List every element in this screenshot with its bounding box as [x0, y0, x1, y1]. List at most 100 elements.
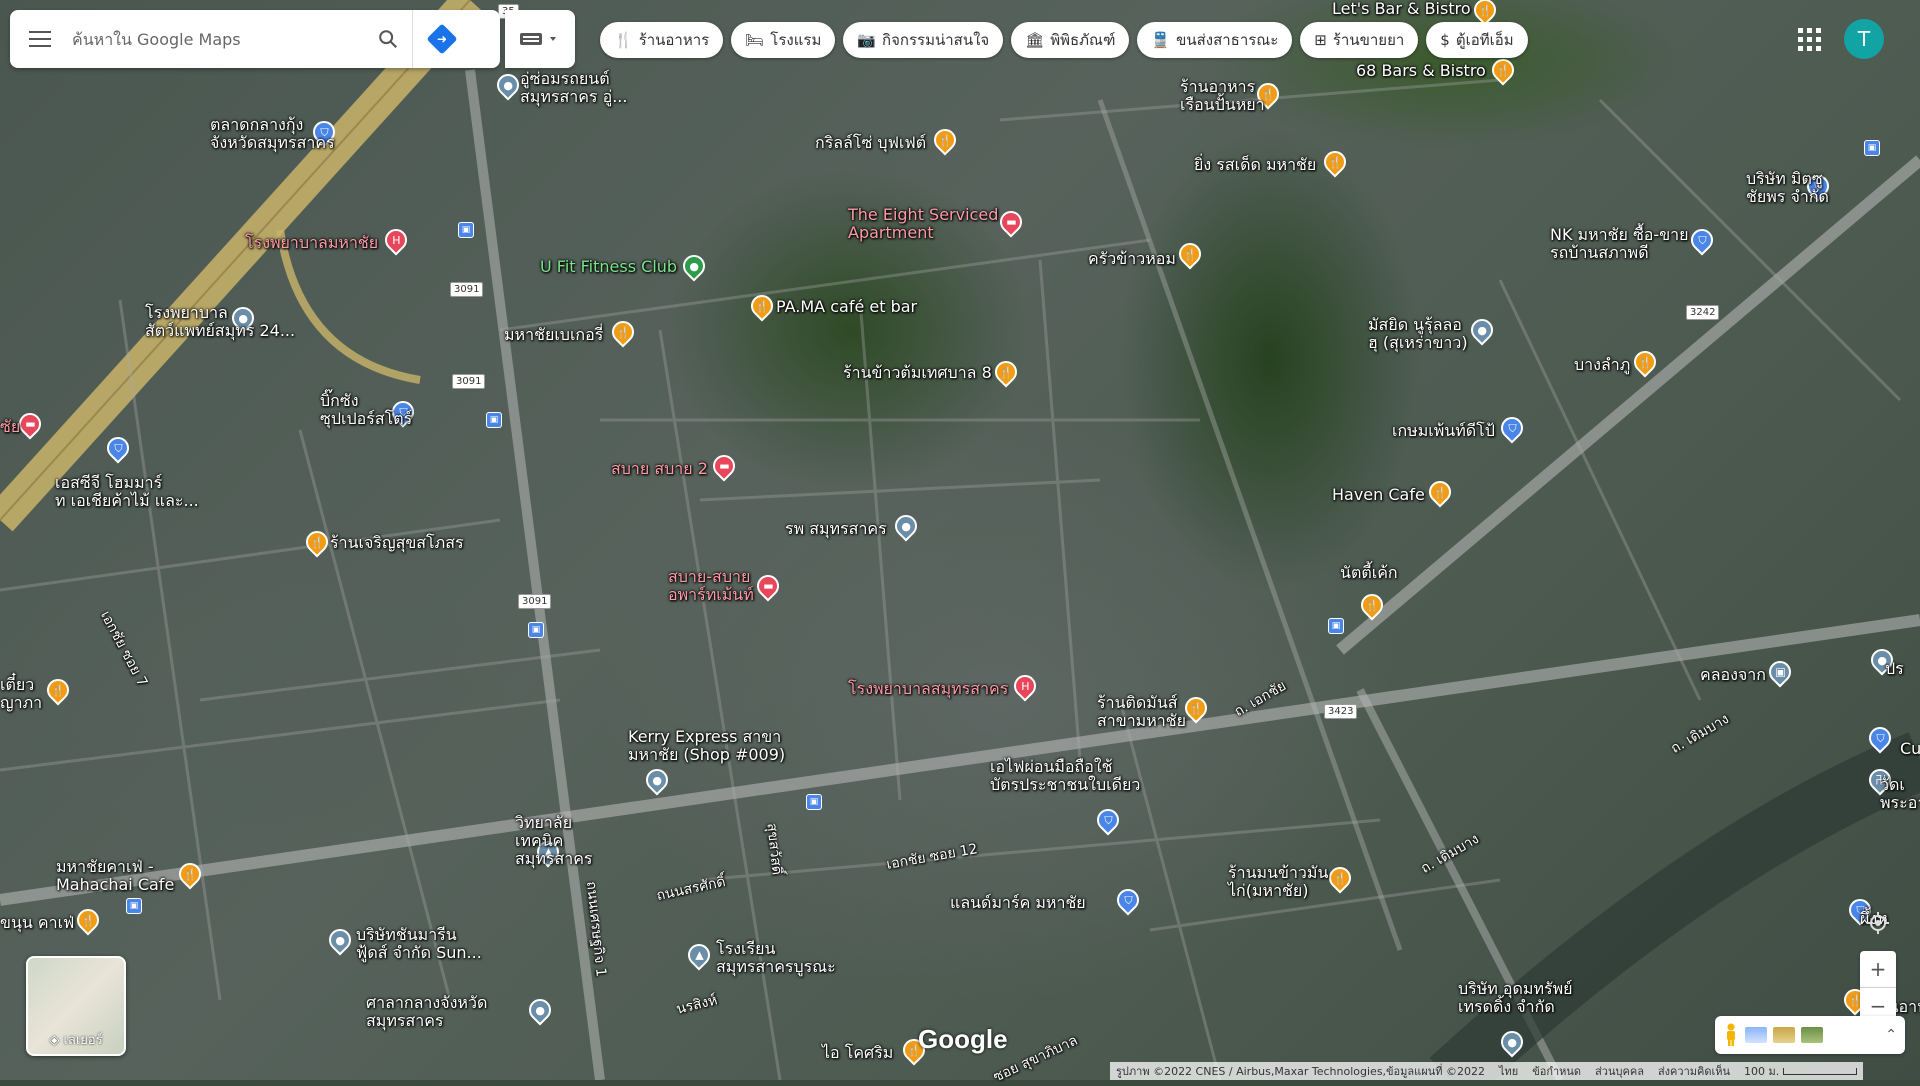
account-avatar[interactable]: T [1844, 19, 1884, 59]
attribution-text: รูปภาพ ©2022 CNES / Airbus,Maxar Technol… [1116, 1065, 1485, 1078]
bus-stop-icon[interactable]: ▣ [1864, 140, 1880, 156]
place-label[interactable]: ขนุน คาเฟ่ [0, 914, 74, 932]
satellite-map[interactable]: 35 3091 3091 3091 3242 3423 ▣ ▣ ▣ ▣ ▣ ▣ … [0, 0, 1920, 1086]
place-label[interactable]: 68 Bars & Bistro [1356, 62, 1486, 80]
hamburger-icon [29, 31, 51, 47]
chip-things-to-do[interactable]: 📷 กิจกรรมน่าสนใจ [843, 22, 1004, 58]
map-footer: รูปภาพ ©2022 CNES / Airbus,Maxar Technol… [1110, 1062, 1864, 1080]
footer-link-language[interactable]: ไทย [1499, 1062, 1518, 1080]
chip-label: ขนส่งสาธารณะ [1176, 31, 1279, 49]
bus-stop-icon[interactable]: ▣ [126, 898, 142, 914]
my-location-button[interactable] [1860, 905, 1896, 941]
place-label[interactable]: กริลล์โซ่ บุฟเฟต์ [815, 134, 926, 152]
place-label[interactable]: วัดเ พระอาร [1880, 776, 1920, 812]
chip-pharmacies[interactable]: ⊞ ร้านขายยา [1300, 22, 1419, 58]
place-label[interactable]: เอสซีจี โฮมมาร์ ท เอเชียค้าไม้ และ... [55, 474, 199, 510]
place-label[interactable]: บริษัท อุดมทรัพย์ เทรดดิ้ง จำกัด [1458, 980, 1573, 1016]
imagery-thumbnail[interactable] [1801, 1027, 1823, 1043]
input-tools-button[interactable] [505, 10, 575, 68]
place-label[interactable]: บริษัทชันมารีน ฟู้ดส์ จำกัด Sun... [356, 926, 482, 962]
chip-transit[interactable]: 🚆 ขนส่งสาธารณะ [1137, 22, 1293, 58]
place-label[interactable]: ศาลากลางจังหวัด สมุทรสาคร [366, 994, 487, 1030]
directions-button[interactable]: ➜ [412, 10, 471, 68]
place-label[interactable]: บริษัท มิตซู ชัยพร จำกัด [1746, 170, 1829, 206]
place-label[interactable]: NK มหาชัย ซื้อ-ขาย รถบ้านสภาพดี [1550, 226, 1688, 262]
place-label[interactable]: ร้านข้าวต้มเทศบาล 8 [843, 364, 992, 382]
place-label[interactable]: ตลาดกลางกุ้ง จังหวัดสมุทรสาคร [210, 116, 335, 152]
bus-stop-icon[interactable]: ▣ [458, 222, 474, 238]
footer-link-privacy[interactable]: ส่วนบุคคล [1595, 1062, 1644, 1080]
place-label[interactable]: โรงพยาบาลมหาชัย [245, 234, 378, 252]
place-label[interactable]: บางลำภู [1574, 356, 1630, 374]
place-label[interactable]: Kerry Express สาขา มหาชัย (Shop #009) [628, 728, 785, 764]
zoom-in-button[interactable]: + [1860, 951, 1896, 988]
place-label[interactable]: บิ๊กซัง ซุปเปอร์สโตร์ [320, 392, 412, 428]
place-label[interactable]: เตี๋ยว ญาภา [0, 676, 42, 712]
place-label[interactable]: เกษมเพ้นท์ดีโป้ [1392, 422, 1495, 440]
place-label[interactable]: โรงเรียน สมุทรสาครบูรณะ [716, 940, 836, 976]
place-label[interactable]: ร้านมนข้าวมัน ไก่(มหาชัย) [1228, 864, 1328, 900]
place-label[interactable]: ยิ่ง รสเด็ด มหาชัย [1194, 156, 1316, 174]
google-logo: Google [918, 1024, 1008, 1054]
pegman-icon[interactable] [1723, 1023, 1739, 1047]
place-label[interactable]: ร้านติดมันส์ สาขามหาชัย [1097, 694, 1186, 730]
place-label[interactable]: โรงพยาบาล สัตว์แพทย์สมุทร 24... [145, 304, 295, 340]
bus-stop-icon[interactable]: ▣ [806, 794, 822, 810]
place-label[interactable]: มัสยิด นูรุ้ลลอ ฮุ (สุเหร่าขาว) [1368, 316, 1468, 352]
chip-atms[interactable]: $ ตู้เอทีเอ็ม [1426, 22, 1528, 58]
route-shield: 3091 [450, 282, 484, 297]
chip-label: กิจกรรมน่าสนใจ [882, 31, 990, 49]
place-label[interactable]: The Eight Serviced Apartment [848, 206, 998, 242]
camera-icon: 📷 [857, 31, 877, 49]
keyboard-icon [520, 33, 556, 45]
place-label[interactable]: Cu [1900, 740, 1920, 758]
place-label[interactable]: U Fit Fitness Club [540, 258, 677, 276]
place-label[interactable]: Let's Bar & Bistro [1332, 0, 1471, 18]
place-label[interactable]: Haven Cafe [1332, 486, 1425, 504]
directions-icon: ➜ [426, 23, 458, 55]
place-label[interactable]: ครัวข้าวหอม [1088, 250, 1176, 268]
place-label[interactable]: ร้านเจริญสุขสโภสร [330, 534, 464, 552]
place-label[interactable]: โรงพยาบาลสมุทรสาคร [848, 680, 1008, 698]
transit-icon: 🚆 [1151, 31, 1171, 49]
menu-button[interactable] [10, 10, 70, 68]
imagery-thumbnail[interactable] [1745, 1027, 1767, 1043]
chip-museums[interactable]: 🏛 พิพิธภัณฑ์ [1011, 22, 1130, 58]
chip-restaurants[interactable]: 🍴 ร้านอาหาร [600, 22, 724, 58]
bus-stop-icon[interactable]: ▣ [486, 412, 502, 428]
place-label[interactable]: ไอ โคศริม [822, 1044, 893, 1062]
place-label[interactable]: มหาชัยเบเกอรี่ [504, 326, 603, 344]
route-shield: 3091 [452, 374, 486, 389]
place-label[interactable]: วิทยาลัย เทคนิค สมุทรสาคร [515, 814, 593, 868]
place-label[interactable]: นัตตี้เค้ก [1340, 564, 1398, 582]
chip-hotels[interactable]: 🛏 โรงแรม [731, 22, 836, 58]
place-label[interactable]: ร้านอาหาร เรือนปั้นหยา [1180, 78, 1265, 114]
expand-chevron-icon[interactable]: ⌃ [1885, 1027, 1897, 1043]
place-label[interactable]: คลองจาก [1700, 666, 1766, 684]
place-label[interactable]: ปร [1885, 660, 1904, 678]
footer-link-feedback[interactable]: ส่งความคิดเห็น [1658, 1062, 1730, 1080]
place-label[interactable]: สบาย-สบาย อพาร์ทเม้นท์ [668, 568, 754, 604]
scale-bar[interactable]: 100 ม. [1744, 1062, 1858, 1080]
search-button[interactable] [364, 15, 412, 63]
layers-label: ◈ เลเยอร์ [28, 1029, 124, 1050]
place-label[interactable]: รพ สมุทรสาคร [785, 520, 887, 538]
place-label[interactable]: แลนด์มาร์ค มหาชัย [950, 894, 1086, 912]
road-network [0, 0, 1920, 1080]
apps-grid-icon [1795, 25, 1825, 55]
footer-link-terms[interactable]: ข้อกำหนด [1532, 1062, 1581, 1080]
search-input[interactable] [70, 18, 364, 60]
place-label[interactable]: PA.MA café et bar [776, 298, 917, 316]
route-shield: 3423 [1324, 704, 1358, 719]
place-label[interactable]: มหาชัยคาเฟ่ - Mahachai Cafe [56, 858, 174, 894]
place-label[interactable]: ซัย [0, 418, 20, 436]
place-label[interactable]: สบาย สบาย 2 [611, 460, 708, 478]
place-label[interactable]: อู่ซ่อมรถยนต์ สมุทรสาคร อู่... [520, 70, 627, 106]
bus-stop-icon[interactable]: ▣ [528, 622, 544, 638]
place-label[interactable]: เอไฟผ่อนมือถือใช้ บัตรประชาชนใบเดียว [990, 758, 1140, 794]
imagery-thumbnail[interactable] [1773, 1027, 1795, 1043]
google-apps-button[interactable] [1795, 25, 1825, 55]
route-shield: 3091 [518, 594, 552, 609]
layers-button[interactable]: ◈ เลเยอร์ [26, 956, 126, 1056]
bus-stop-icon[interactable]: ▣ [1328, 618, 1344, 634]
